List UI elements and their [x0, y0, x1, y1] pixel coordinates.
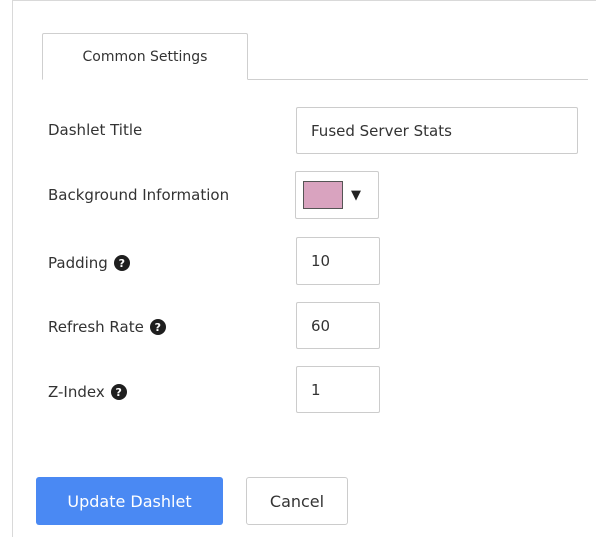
help-icon[interactable]: ?: [113, 255, 130, 271]
cancel-button[interactable]: Cancel: [246, 477, 348, 525]
dropdown-caret-icon: ▼: [351, 187, 361, 203]
help-icon[interactable]: ?: [149, 319, 166, 335]
background-color-picker[interactable]: ▼: [295, 171, 379, 219]
refresh-rate-input[interactable]: [296, 302, 380, 349]
padding-input[interactable]: [296, 237, 380, 285]
z-index-label: Z-Index ?: [48, 383, 127, 401]
tab-common-settings[interactable]: Common Settings: [42, 33, 248, 80]
update-dashlet-button[interactable]: Update Dashlet: [36, 477, 223, 525]
dashlet-title-label: Dashlet Title: [48, 121, 143, 139]
background-information-label: Background Information: [48, 186, 230, 204]
refresh-rate-label: Refresh Rate ?: [48, 318, 166, 336]
dashlet-title-input[interactable]: [296, 107, 578, 154]
padding-label: Padding ?: [48, 254, 130, 272]
help-icon[interactable]: ?: [110, 384, 127, 400]
color-swatch: [303, 181, 343, 209]
tab-label: Common Settings: [82, 48, 208, 65]
z-index-input[interactable]: [296, 366, 380, 413]
